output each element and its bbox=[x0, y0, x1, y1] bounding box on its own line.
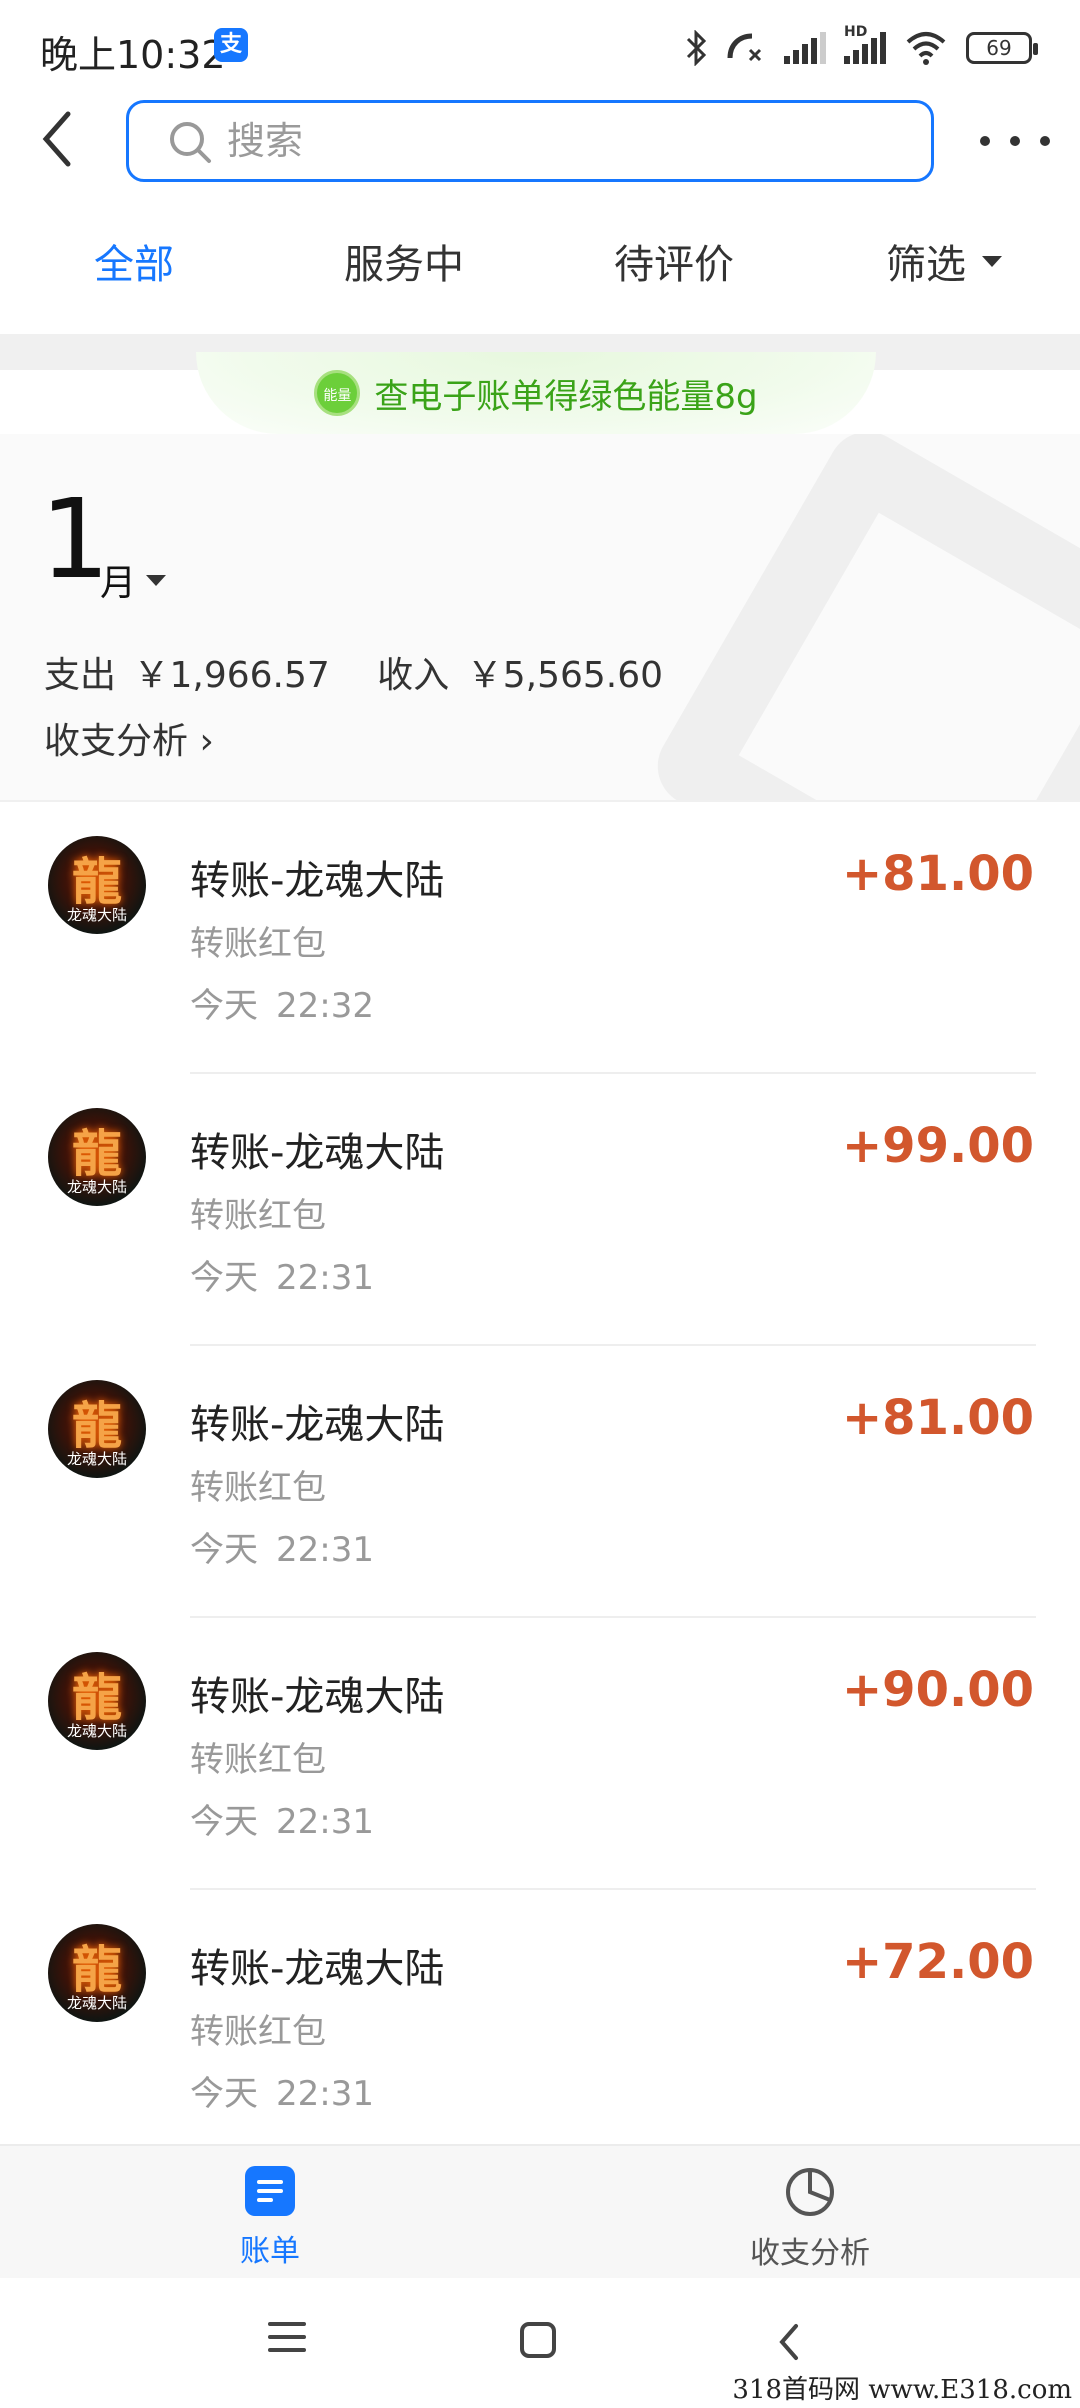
transaction-row[interactable]: 龍龙魂大陆 转账-龙魂大陆 转账红包 今天 22:31 +81.00 bbox=[0, 1346, 1080, 1618]
transaction-date: 今天 22:32 bbox=[190, 978, 374, 1027]
energy-leaf-icon: 能量 bbox=[314, 370, 361, 416]
status-icons: HD 69 bbox=[684, 24, 1038, 70]
nav-back-icon bbox=[779, 2324, 798, 2360]
transaction-title: 转账-龙魂大陆 bbox=[190, 1402, 445, 1448]
tab-filter[interactable]: 筛选 bbox=[886, 232, 1002, 290]
avatar: 龍龙魂大陆 bbox=[48, 1924, 146, 2022]
avatar: 龍龙魂大陆 bbox=[48, 1108, 146, 1206]
transaction-time: 22:31 bbox=[276, 1258, 374, 1298]
back-button[interactable] bbox=[36, 104, 96, 180]
search-box[interactable] bbox=[126, 100, 934, 182]
transaction-time: 22:31 bbox=[276, 1802, 374, 1842]
transaction-subtitle: 转账红包 bbox=[190, 2012, 326, 2052]
signal-1-icon bbox=[784, 32, 826, 64]
expense-value: ￥1,966.57 bbox=[133, 655, 330, 696]
transaction-day: 今天 bbox=[190, 986, 258, 1026]
avatar-caption: 龙魂大陆 bbox=[66, 906, 127, 924]
energy-banner-text: 查电子账单得绿色能量8g bbox=[374, 376, 758, 417]
transaction-time: 22:31 bbox=[276, 2074, 374, 2114]
search-icon bbox=[170, 122, 211, 163]
caret-down-icon bbox=[146, 574, 167, 586]
transaction-time: 22:32 bbox=[276, 986, 374, 1026]
transaction-row[interactable]: 龍龙魂大陆 转账-龙魂大陆 转账红包 今天 22:31 +90.00 bbox=[0, 1618, 1080, 1890]
system-nav-bar: 318首码网 www.E318.com bbox=[0, 2280, 1080, 2408]
pie-chart-icon bbox=[786, 2168, 834, 2216]
tab-all[interactable]: 全部 bbox=[94, 232, 174, 290]
hd-label: HD bbox=[844, 24, 868, 40]
tab-bills[interactable]: 账单 bbox=[210, 2166, 330, 2269]
filter-tabs: 全部 服务中 待评价 筛选 bbox=[0, 232, 1080, 312]
transaction-day: 今天 bbox=[190, 1258, 258, 1298]
tab-in-service[interactable]: 服务中 bbox=[344, 232, 464, 290]
bluetooth-icon bbox=[686, 30, 707, 66]
decorative-shape bbox=[643, 434, 1080, 800]
income-expense-analysis-link[interactable]: 收支分析 › bbox=[44, 712, 214, 764]
wifi-icon bbox=[906, 32, 946, 65]
alipay-app-icon: 支 bbox=[214, 28, 248, 62]
battery-icon: 69 bbox=[966, 32, 1038, 64]
expense-income-summary: 支出 ￥1,966.57 收入 ￥5,565.60 bbox=[44, 646, 669, 698]
transaction-date: 今天 22:31 bbox=[190, 2066, 374, 2115]
transaction-day: 今天 bbox=[190, 2074, 258, 2114]
watermark-text: 318首码网 www.E318.com bbox=[732, 2375, 1072, 2405]
tab-pending-review[interactable]: 待评价 bbox=[614, 232, 734, 290]
transaction-amount: +81.00 bbox=[841, 1390, 1034, 1446]
transaction-amount: +99.00 bbox=[841, 1118, 1034, 1174]
avatar-caption: 龙魂大陆 bbox=[66, 1178, 127, 1196]
income-value: ￥5,565.60 bbox=[466, 655, 664, 696]
income-label: 收入 bbox=[377, 655, 450, 696]
avatar-caption: 龙魂大陆 bbox=[66, 1450, 127, 1468]
expense-label: 支出 bbox=[44, 655, 117, 696]
transaction-date: 今天 22:31 bbox=[190, 1794, 374, 1843]
transaction-date: 今天 22:31 bbox=[190, 1250, 374, 1299]
tab-analysis-label: 收支分析 bbox=[750, 2236, 870, 2271]
call-muted-icon bbox=[727, 33, 762, 62]
nav-menu-button[interactable] bbox=[268, 2322, 306, 2361]
transaction-day: 今天 bbox=[190, 1530, 258, 1570]
transaction-subtitle: 转账红包 bbox=[190, 1196, 326, 1236]
transaction-subtitle: 转账红包 bbox=[190, 1740, 326, 1780]
chevron-left-icon bbox=[42, 111, 71, 167]
search-input[interactable] bbox=[227, 111, 907, 171]
transaction-amount: +72.00 bbox=[841, 1934, 1034, 1990]
nav-back-button[interactable] bbox=[776, 2322, 802, 2366]
transaction-title: 转账-龙魂大陆 bbox=[190, 858, 445, 904]
transaction-title: 转账-龙魂大陆 bbox=[190, 1130, 445, 1176]
transaction-title: 转账-龙魂大陆 bbox=[190, 1674, 445, 1720]
transaction-time: 22:31 bbox=[276, 1530, 374, 1570]
avatar-caption: 龙魂大陆 bbox=[66, 1722, 127, 1740]
transaction-row[interactable]: 龍龙魂大陆 转账-龙魂大陆 转账红包 今天 22:31 +72.00 bbox=[0, 1890, 1080, 2162]
tab-analysis[interactable]: 收支分析 bbox=[740, 2166, 880, 2271]
transaction-subtitle: 转账红包 bbox=[190, 924, 326, 964]
tab-filter-label: 筛选 bbox=[886, 242, 966, 288]
transaction-list: 龍龙魂大陆 转账-龙魂大陆 转账红包 今天 22:32 +81.00 龍龙魂大陆 … bbox=[0, 800, 1080, 2144]
transaction-amount: +90.00 bbox=[841, 1662, 1034, 1718]
transaction-subtitle: 转账红包 bbox=[190, 1468, 326, 1508]
signal-2-icon: HD bbox=[844, 24, 886, 64]
month-selector[interactable]: 月 bbox=[100, 554, 167, 606]
transaction-title: 转账-龙魂大陆 bbox=[190, 1946, 445, 1992]
bill-icon bbox=[245, 2166, 295, 2216]
status-time: 晚上10:32 bbox=[40, 33, 226, 77]
more-button[interactable] bbox=[980, 118, 1050, 164]
bottom-tab-bar: 账单 收支分析 bbox=[0, 2144, 1080, 2278]
transaction-day: 今天 bbox=[190, 1802, 258, 1842]
nav-home-button[interactable] bbox=[520, 2322, 556, 2358]
avatar: 龍龙魂大陆 bbox=[48, 1652, 146, 1750]
avatar: 龍龙魂大陆 bbox=[48, 836, 146, 934]
energy-banner[interactable]: 能量 查电子账单得绿色能量8g bbox=[196, 352, 876, 434]
avatar: 龍龙魂大陆 bbox=[48, 1380, 146, 1478]
transaction-date: 今天 22:31 bbox=[190, 1522, 374, 1571]
month-unit: 月 bbox=[100, 563, 137, 604]
transaction-row[interactable]: 龍龙魂大陆 转账-龙魂大陆 转账红包 今天 22:32 +81.00 bbox=[0, 802, 1080, 1074]
tab-bills-label: 账单 bbox=[240, 2234, 300, 2269]
caret-down-icon bbox=[982, 255, 1002, 267]
avatar-caption: 龙魂大陆 bbox=[66, 1994, 127, 2012]
transaction-row[interactable]: 龍龙魂大陆 转账-龙魂大陆 转账红包 今天 22:31 +99.00 bbox=[0, 1074, 1080, 1346]
status-bar: 晚上10:32 支 HD 69 bbox=[0, 0, 1080, 96]
transaction-amount: +81.00 bbox=[841, 846, 1034, 902]
month-summary: 1 月 支出 ￥1,966.57 收入 ￥5,565.60 收支分析 › bbox=[0, 434, 1080, 800]
